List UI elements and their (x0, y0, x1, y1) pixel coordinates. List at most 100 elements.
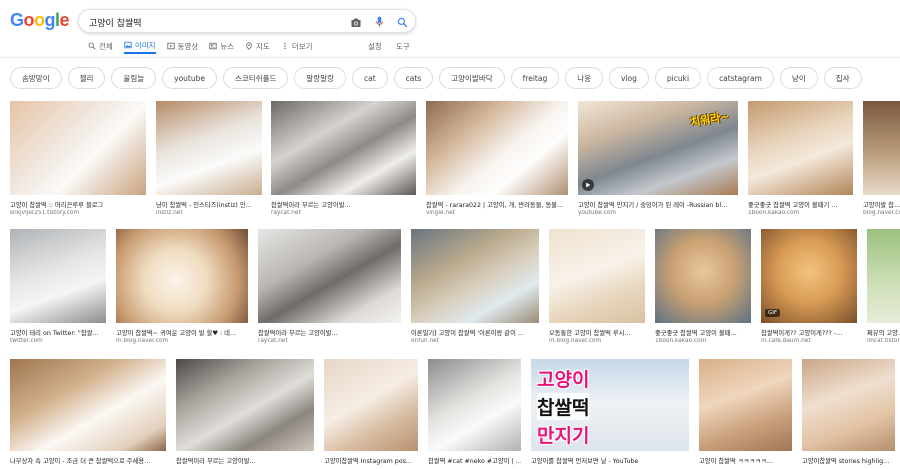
result-title[interactable]: 찹쌀떡 - rarara022 | 고양이, 개, 반려동물, 동물… (426, 200, 568, 209)
result-title[interactable]: 고양이 찹쌀떡 만지기 / 숭잉이가 된 레이 -Russian bl… (578, 200, 738, 209)
image-result[interactable]: 좋긋좋긋 찹쌀떡 고양이 볼때… 1boon.kakao.com (655, 229, 751, 353)
chip-14[interactable]: 냥이 (779, 67, 818, 89)
chip-9[interactable]: freitag (510, 67, 560, 89)
result-source[interactable]: raycat.net (258, 338, 401, 344)
result-title[interactable]: 찹쌀떡이라 부르는 고양이발… (176, 456, 314, 465)
chip-11[interactable]: vlog (609, 67, 649, 89)
result-title[interactable]: 쩌뮤의 고양… (867, 328, 900, 337)
result-source[interactable]: twitter.com (10, 338, 106, 344)
result-source[interactable]: youtube.com (578, 210, 738, 216)
result-source[interactable]: raycat.net (271, 210, 416, 216)
result-source[interactable]: m.blog.naver.com (116, 338, 248, 344)
result-thumbnail[interactable] (867, 229, 900, 323)
image-result[interactable]: 고양이 찹쌀떡 만지기고양이를 찹쌀떡 먼저보면 날 - YouTube (531, 359, 689, 469)
chip-15[interactable]: 집사 (823, 67, 862, 89)
image-result[interactable]: 찹쌀떡이라 부르는 고양이발… raycat.net (271, 101, 416, 225)
image-result[interactable]: 고양이 찹쌀떡 ㅋㅋㅋㅋㅋ… (699, 359, 792, 469)
result-title[interactable]: 고양이 태리 on Twitter: "찹쌀… (10, 328, 106, 337)
result-title[interactable]: 나무상자 속 고양이 - 조금 더 큰 찹쌀떡으로 주세용… (10, 456, 166, 465)
result-thumbnail[interactable] (271, 101, 416, 195)
result-title[interactable]: 고양이를 찹쌀떡 먼저보면 날 - YouTube (531, 456, 689, 465)
image-result[interactable]: 고양이 찹쌀떡~ 귀여운 고양이 발 할♥ : 네… m.blog.naver.c… (116, 229, 248, 353)
tab-all[interactable]: 전체 (88, 38, 113, 54)
microphone-icon[interactable] (372, 15, 386, 29)
result-thumbnail[interactable] (863, 101, 900, 195)
image-result[interactable]: GIF 찹쌀떡이게?? 고양이게??? -… m.cafe.daum.net (761, 229, 857, 353)
image-result[interactable]: 찹쌀떡이라 부르는 고양이발… (176, 359, 314, 469)
result-title[interactable]: 찹쌀떡이라 부르는 고양이발… (271, 200, 416, 209)
result-source[interactable]: 1boon.kakao.com (748, 210, 853, 216)
settings-link[interactable]: 설정 (368, 41, 382, 52)
result-title[interactable]: 좋긋좋긋 찹쌀떡 고양이 볼때기 … (748, 200, 853, 209)
result-source[interactable]: onfun.net (411, 338, 539, 344)
result-thumbnail[interactable] (324, 359, 418, 451)
result-thumbnail[interactable] (411, 229, 539, 323)
search-input[interactable] (89, 14, 339, 30)
result-title[interactable]: 오동통한 고양이 찹쌀떡 루시… (549, 328, 645, 337)
result-source[interactable]: m.cafe.daum.net (761, 338, 857, 344)
result-source[interactable]: 1boon.kakao.com (655, 338, 751, 344)
image-result[interactable]: 찹쌀떡 #cat #neko #고양이 | … (428, 359, 521, 469)
result-source[interactable]: instiz.net (156, 210, 262, 216)
image-result[interactable]: 좋긋좋긋 찹쌀떡 고양이 볼때기 … 1boon.kakao.com (748, 101, 853, 225)
camera-icon[interactable] (349, 15, 363, 29)
result-thumbnail[interactable] (156, 101, 262, 195)
image-result[interactable]: 고양이발 찹…blog.naver.com (863, 101, 900, 225)
image-result[interactable]: 고양이찹쌀떡 stories highlig… (802, 359, 895, 469)
result-thumbnail[interactable] (699, 359, 792, 451)
result-thumbnail[interactable]: 고양이 찹쌀떡 만지기 (531, 359, 689, 451)
chip-5[interactable]: 말랑말랑 (294, 67, 346, 89)
result-title[interactable]: 고양이찹쌀떡 stories highlig… (802, 456, 895, 465)
result-title[interactable]: 이론밀기] 고양이 찹쌀떡 '이론이랑 같이 … (411, 328, 539, 337)
result-title[interactable]: 냥이 찹쌀떡 - 인스티즈(instiz) 인… (156, 200, 262, 209)
result-title[interactable]: 찹쌀떡이게?? 고양이게??? -… (761, 328, 857, 337)
tools-link[interactable]: 도구 (396, 41, 410, 52)
image-result[interactable]: 고양이찹쌀떡 Instagram pos… (324, 359, 418, 469)
chip-0[interactable]: 솜방망이 (10, 67, 62, 89)
result-title[interactable]: 고양이 찹쌀떡 ㅋㅋㅋㅋㅋ… (699, 456, 792, 465)
result-thumbnail[interactable] (428, 359, 521, 451)
chip-7[interactable]: cats (393, 67, 434, 89)
image-result[interactable]: 고양이 태리 on Twitter: "찹쌀… twitter.com (10, 229, 106, 353)
result-title[interactable]: 고양이 찹쌀떡~ 귀여운 고양이 발 할♥ : 네… (116, 328, 248, 337)
chip-3[interactable]: youtube (162, 67, 217, 89)
result-title[interactable]: 고양이발 찹… (863, 200, 900, 209)
image-result[interactable]: 나무상자 속 고양이 - 조금 더 큰 찹쌀떡으로 주세용… (10, 359, 166, 469)
image-result[interactable]: 냥이 찹쌀떡 - 인스티즈(instiz) 인… instiz.net (156, 101, 262, 225)
chip-13[interactable]: catstagram (707, 67, 774, 89)
result-thumbnail[interactable] (748, 101, 853, 195)
image-result[interactable]: 쩌뮤의 고양…lincat.tistory (867, 229, 900, 353)
chip-6[interactable]: cat (352, 67, 388, 89)
result-title[interactable]: 고양이찹쌀떡 Instagram pos… (324, 456, 418, 465)
chip-8[interactable]: 고양이발바닥 (439, 67, 505, 89)
result-title[interactable]: 고양이 찹쌀떡 :: 머리끈루루 블로그 (10, 200, 146, 209)
tab-news[interactable]: 뉴스 (209, 38, 234, 54)
result-source[interactable]: m.blog.naver.com (549, 338, 645, 344)
chip-10[interactable]: 나옹 (565, 67, 604, 89)
result-source[interactable]: blog.naver.com (863, 210, 900, 216)
result-source[interactable]: lincat.tistory (867, 338, 900, 344)
google-logo[interactable]: Google (10, 10, 70, 31)
image-result[interactable]: 찹쌀떡이라 부르는 고양이발… raycat.net (258, 229, 401, 353)
tab-more[interactable]: 더보기 (281, 38, 313, 54)
result-thumbnail[interactable] (258, 229, 401, 323)
tab-videos[interactable]: 동영상 (166, 38, 198, 54)
chip-2[interactable]: 울림늘 (111, 67, 157, 89)
result-title[interactable]: 좋긋좋긋 찹쌀떡 고양이 볼때… (655, 328, 751, 337)
search-icon[interactable] (395, 15, 409, 29)
tab-images[interactable]: 이미지 (123, 38, 156, 54)
image-result[interactable]: 찹쌀떡 - rarara022 | 고양이, 개, 반려동물, 동물… vingl… (426, 101, 568, 225)
result-thumbnail[interactable] (10, 229, 106, 323)
result-thumbnail[interactable]: GIF (761, 229, 857, 323)
result-thumbnail[interactable] (802, 359, 895, 451)
result-thumbnail[interactable] (549, 229, 645, 323)
result-thumbnail[interactable] (176, 359, 314, 451)
image-result[interactable]: 고양이 찹쌀떡 :: 머리끈루루 블로그 snkjvljer251.tistory… (10, 101, 146, 225)
result-title[interactable]: 찹쌀떡 #cat #neko #고양이 | … (428, 456, 521, 465)
result-thumbnail[interactable] (10, 359, 166, 451)
tab-maps[interactable]: 지도 (245, 38, 270, 54)
result-thumbnail[interactable] (426, 101, 568, 195)
chip-4[interactable]: 스코티쉬폴드 (222, 67, 289, 89)
chip-1[interactable]: 젤리 (67, 67, 106, 89)
image-result[interactable]: 치워라~ 고양이 찹쌀떡 만지기 / 숭잉이가 된 레이 -Russian bl…… (578, 101, 738, 225)
